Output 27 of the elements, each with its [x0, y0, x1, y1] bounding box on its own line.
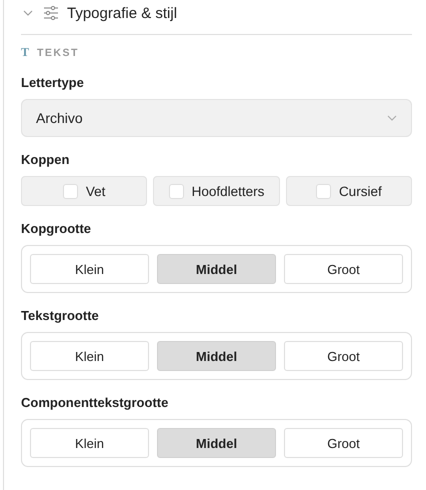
section-header[interactable]: Typografie & stijl [21, 0, 412, 35]
sliders-icon [43, 6, 59, 20]
segment-option[interactable]: Middel [157, 341, 276, 371]
segment-option[interactable]: Groot [284, 341, 403, 371]
chevron-icon [387, 115, 397, 121]
field-label: Tekstgrootte [21, 308, 100, 323]
checkbox[interactable] [62, 184, 78, 198]
field-label: Lettertype [21, 75, 85, 90]
segment-option[interactable]: Groot [284, 428, 403, 458]
segment-option[interactable]: Groot [284, 254, 403, 284]
checkbox-button[interactable]: Hoofdletters [153, 176, 280, 206]
segment-option[interactable]: Middel [157, 428, 276, 458]
segment-option[interactable]: Klein [30, 428, 149, 458]
field-label: Kopgrootte [21, 221, 92, 236]
chevron-icon [23, 10, 33, 16]
checkbox-button[interactable]: Cursief [286, 176, 412, 206]
text-icon: T [21, 45, 30, 60]
group-label: TEKST [37, 46, 79, 58]
segment-option[interactable]: Klein [30, 341, 149, 371]
checkbox-button[interactable]: Vet [21, 176, 148, 206]
field-label: Componenttekstgrootte [21, 395, 170, 410]
font-select[interactable]: Archivo [21, 99, 412, 137]
checkbox[interactable] [168, 184, 184, 198]
segment-option[interactable]: Middel [157, 254, 276, 284]
checkbox[interactable] [316, 184, 331, 198]
field-label: Koppen [21, 152, 70, 167]
segment-option[interactable]: Klein [30, 254, 149, 284]
